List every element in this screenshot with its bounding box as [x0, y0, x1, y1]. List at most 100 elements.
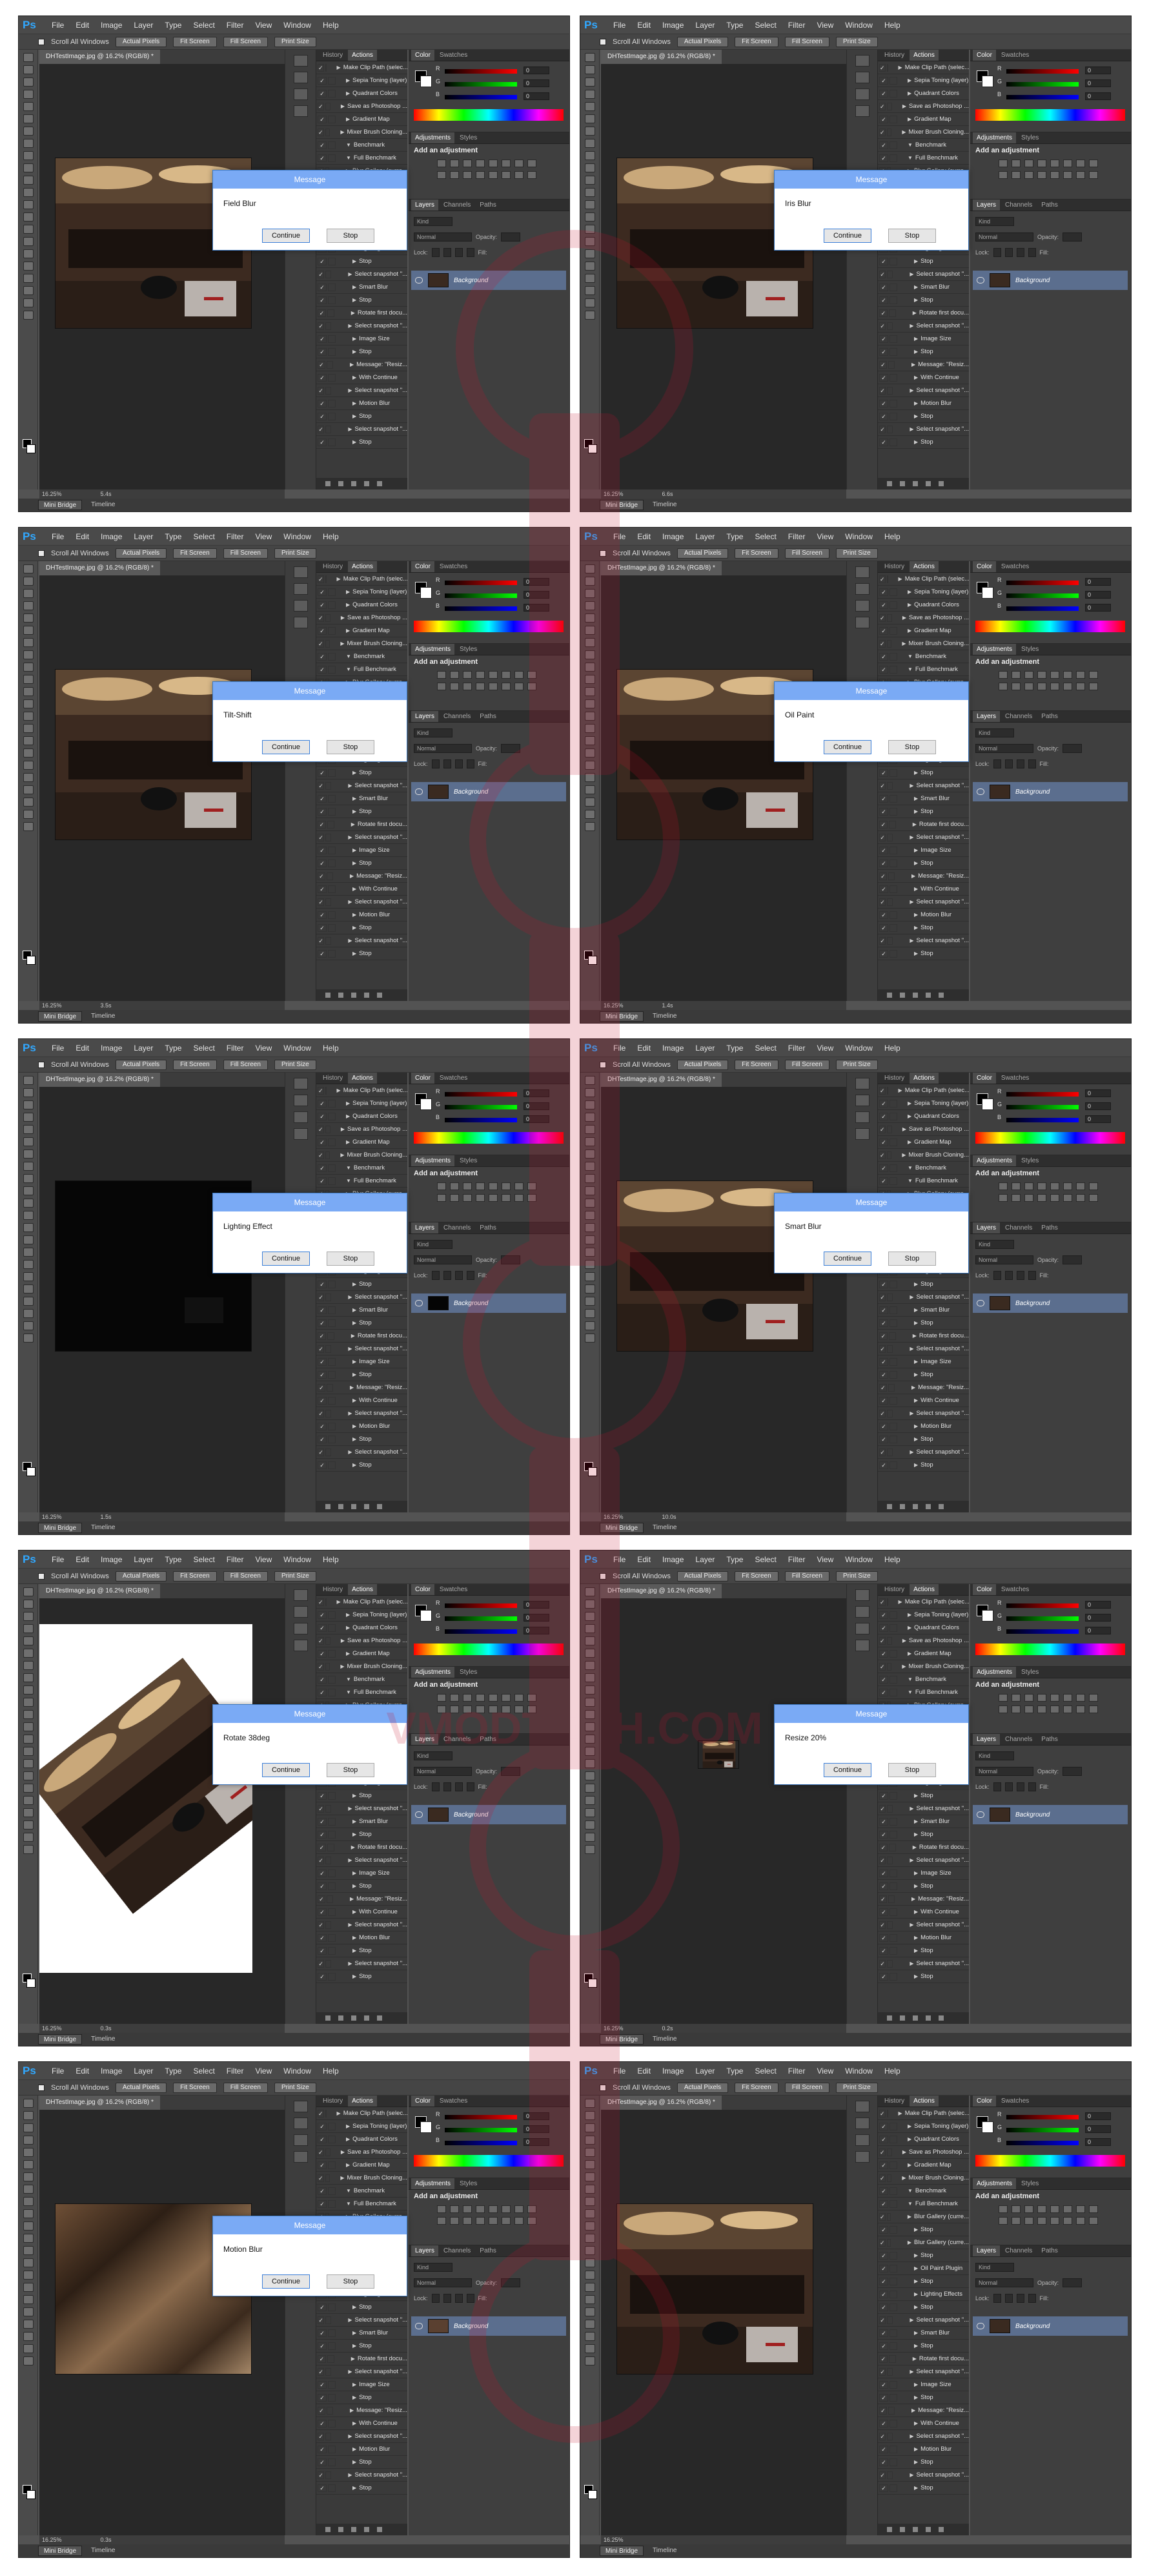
action-checkbox[interactable]: ✓: [879, 2316, 886, 2324]
expand-triangle-icon[interactable]: ▶: [348, 1922, 352, 1928]
tool-icon[interactable]: [584, 1771, 595, 1780]
expand-triangle-icon[interactable]: ▶: [902, 641, 906, 646]
actions-footer-icon[interactable]: [351, 2527, 356, 2532]
action-checkbox[interactable]: ✓: [879, 1972, 888, 1981]
swatches-tab[interactable]: Swatches: [997, 50, 1033, 61]
action-item[interactable]: ✓ ▶ Select snapshot "...: [878, 1957, 969, 1970]
tool-icon[interactable]: [23, 2271, 34, 2280]
tool-icon[interactable]: [584, 212, 595, 222]
tool-icon[interactable]: [23, 687, 34, 696]
expand-triangle-icon[interactable]: ▶: [910, 1449, 913, 1455]
r-value-field[interactable]: 0: [524, 578, 549, 586]
tool-icon[interactable]: [584, 1223, 595, 1232]
action-checkbox[interactable]: ✓: [318, 2109, 324, 2117]
dock-panel-icon[interactable]: [293, 2101, 308, 2112]
expand-triangle-icon[interactable]: ▶: [914, 1909, 918, 1915]
adjustment-icon[interactable]: [1089, 683, 1098, 690]
tool-icon[interactable]: [23, 1685, 34, 1695]
adjustment-icon[interactable]: [489, 683, 498, 690]
action-dialog-toggle[interactable]: [887, 833, 893, 841]
action-item[interactable]: ✓ ▶ Mixer Brush Cloning...: [878, 637, 969, 650]
document-tab[interactable]: DHTestImage.jpg @ 16.2% (RGB/8) *: [601, 1073, 722, 1087]
action-checkbox[interactable]: ✓: [879, 296, 888, 304]
action-dialog-toggle[interactable]: [890, 399, 897, 407]
opacity-field[interactable]: [501, 744, 521, 753]
action-dialog-toggle[interactable]: [890, 807, 897, 816]
adjustment-icon[interactable]: [489, 1694, 498, 1702]
action-checkbox[interactable]: ✓: [318, 1662, 324, 1671]
action-checkbox[interactable]: ✓: [318, 1319, 327, 1327]
action-checkbox[interactable]: ✓: [879, 2174, 886, 2182]
tool-icon[interactable]: [584, 626, 595, 635]
menu-item-window[interactable]: Window: [278, 2062, 317, 2080]
tool-icon[interactable]: [584, 2283, 595, 2292]
action-item[interactable]: ✓▶Stop: [878, 2275, 969, 2288]
action-dialog-toggle[interactable]: [325, 1345, 332, 1353]
adjustment-icon[interactable]: [1012, 160, 1021, 167]
menu-item-edit[interactable]: Edit: [631, 1039, 656, 1057]
adjustments-tab[interactable]: Adjustments: [411, 644, 455, 655]
action-checkbox[interactable]: ✓: [318, 768, 327, 777]
menu-item-help[interactable]: Help: [879, 1039, 906, 1057]
action-checkbox[interactable]: ✓: [318, 885, 327, 893]
action-checkbox[interactable]: ✓: [879, 639, 886, 648]
layers-tab[interactable]: Layers: [411, 200, 439, 211]
expand-triangle-icon[interactable]: ▶: [352, 1320, 356, 1326]
adjustment-icon[interactable]: [1050, 1182, 1059, 1190]
action-dialog-toggle[interactable]: [326, 1383, 333, 1392]
action-checkbox[interactable]: ✓: [879, 936, 886, 945]
stop-button[interactable]: Stop: [327, 229, 374, 243]
action-item[interactable]: ✓ ▶ Message: "Resiz...: [316, 1893, 407, 1906]
lock-icon[interactable]: [466, 1271, 474, 1280]
tool-icon[interactable]: [584, 748, 595, 757]
color-tab[interactable]: Color: [411, 561, 434, 572]
tool-icon[interactable]: [23, 286, 34, 295]
dock-panel-icon[interactable]: [855, 600, 869, 612]
adjustment-icon[interactable]: [437, 2205, 446, 2213]
tool-icon[interactable]: [584, 286, 595, 295]
visibility-eye-icon[interactable]: [415, 1300, 423, 1306]
action-dialog-toggle[interactable]: [328, 807, 336, 816]
action-item[interactable]: ✓ ▶ Image Size: [316, 1355, 407, 1368]
tool-icon[interactable]: [584, 1297, 595, 1306]
color-spectrum[interactable]: [414, 1132, 564, 1144]
action-dialog-toggle[interactable]: [328, 588, 336, 596]
tool-icon[interactable]: [584, 90, 595, 99]
color-spectrum[interactable]: [414, 109, 564, 121]
adjustments-tab[interactable]: Adjustments: [411, 1667, 455, 1678]
kind-filter-select[interactable]: Kind: [975, 1240, 1014, 1249]
adjustment-icon[interactable]: [1012, 671, 1021, 679]
action-dialog-toggle[interactable]: [325, 2316, 332, 2324]
dock-panel-icon[interactable]: [293, 105, 308, 117]
tool-icon[interactable]: [23, 601, 34, 610]
action-item[interactable]: ✓ ▶ Select snapshot "...: [316, 384, 407, 397]
mini-bridge-tab[interactable]: Mini Bridge: [38, 1523, 83, 1533]
menu-item-filter[interactable]: Filter: [221, 16, 250, 34]
action-item[interactable]: ✓ ▶ Message: "Resiz...: [316, 870, 407, 883]
action-dialog-toggle[interactable]: [890, 1319, 897, 1327]
tool-icon[interactable]: [584, 1199, 595, 1208]
expand-triangle-icon[interactable]: ▶: [914, 2459, 918, 2465]
history-tab[interactable]: History: [880, 2096, 908, 2107]
menu-item-image[interactable]: Image: [656, 1039, 689, 1057]
action-checkbox[interactable]: ✓: [318, 1688, 327, 1696]
option-button-actual-pixels[interactable]: Actual Pixels: [676, 548, 729, 559]
continue-button[interactable]: Continue: [262, 1763, 310, 1777]
color-spectrum[interactable]: [414, 1643, 564, 1655]
action-item[interactable]: ✓▶Stop: [316, 767, 407, 779]
color-spectrum[interactable]: [975, 621, 1125, 632]
action-checkbox[interactable]: ✓: [318, 1856, 325, 1864]
tool-icon[interactable]: [23, 1759, 34, 1768]
expand-triangle-icon[interactable]: ▶: [914, 2343, 918, 2349]
scroll-all-checkbox[interactable]: [38, 38, 45, 45]
action-checkbox[interactable]: ✓: [318, 1895, 325, 1903]
expand-triangle-icon[interactable]: ▶: [910, 1857, 913, 1863]
action-checkbox[interactable]: ✓: [879, 2212, 886, 2221]
dock-panel-icon[interactable]: [855, 1128, 869, 1140]
expand-triangle-icon[interactable]: ▶: [346, 628, 350, 634]
action-item[interactable]: ✓ ▶ Motion Blur: [878, 397, 969, 410]
expand-triangle-icon[interactable]: ▶: [352, 1436, 356, 1442]
action-checkbox[interactable]: ✓: [318, 2393, 327, 2402]
dock-panel-icon[interactable]: [293, 55, 308, 67]
action-dialog-toggle[interactable]: [325, 781, 332, 790]
